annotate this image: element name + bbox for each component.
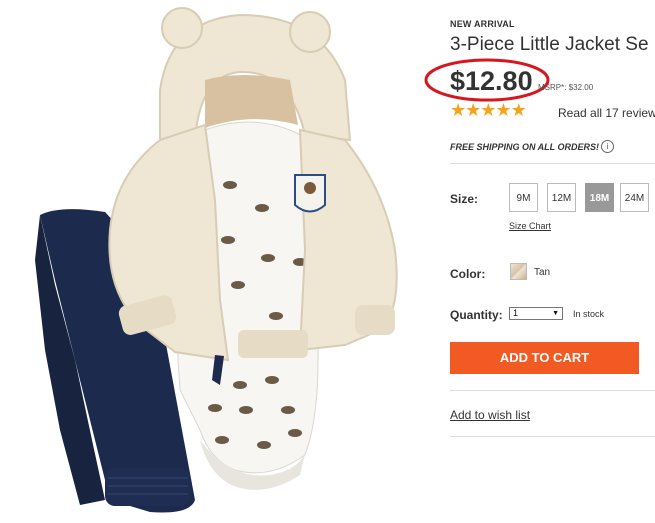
msrp-price: MSRP*: $32.00 (538, 83, 594, 92)
star-icon: ★ (450, 100, 467, 120)
stock-status: In stock (573, 309, 605, 319)
size-option-12m[interactable]: 12M (547, 183, 576, 212)
product-image (35, 7, 398, 513)
star-icon: ★ (480, 100, 497, 120)
product-price: $12.80 (450, 66, 533, 96)
divider (450, 163, 655, 164)
size-chart-link[interactable]: Size Chart (509, 221, 551, 231)
info-icon[interactable]: i (601, 140, 614, 153)
color-value: Tan (534, 267, 551, 278)
divider (450, 436, 655, 437)
add-to-cart-button[interactable]: ADD TO CART (450, 342, 639, 374)
quantity-select[interactable]: 1 ▼ (509, 307, 563, 320)
new-arrival-badge: NEW ARRIVAL (450, 19, 515, 29)
size-option-9m[interactable]: 9M (509, 183, 538, 212)
quantity-value: 1 (513, 308, 519, 318)
chevron-down-icon: ▼ (552, 310, 559, 317)
add-to-wishlist-link[interactable]: Add to wish list (450, 408, 530, 422)
product-info-panel: NEW ARRIVAL 3-Piece Little Jacket Se $12… (450, 0, 655, 523)
size-option-18m[interactable]: 18M (585, 183, 614, 212)
free-shipping-text: FREE SHIPPING ON ALL ORDERS! (450, 142, 600, 152)
color-swatch-tan[interactable] (510, 263, 527, 280)
divider (450, 390, 655, 391)
size-label: Size: (450, 192, 479, 206)
star-icon: ★ (495, 100, 512, 120)
rating-stars[interactable]: ★ ★ ★ ★ ★ (450, 100, 527, 120)
star-icon: ★ (465, 100, 482, 120)
color-label: Color: (450, 267, 486, 281)
product-title: 3-Piece Little Jacket Se (450, 34, 649, 55)
size-option-24m[interactable]: 24M (620, 183, 649, 212)
quantity-label: Quantity: (450, 308, 503, 322)
read-reviews-link[interactable]: Read all 17 review (558, 106, 655, 120)
star-icon: ★ (510, 100, 527, 120)
